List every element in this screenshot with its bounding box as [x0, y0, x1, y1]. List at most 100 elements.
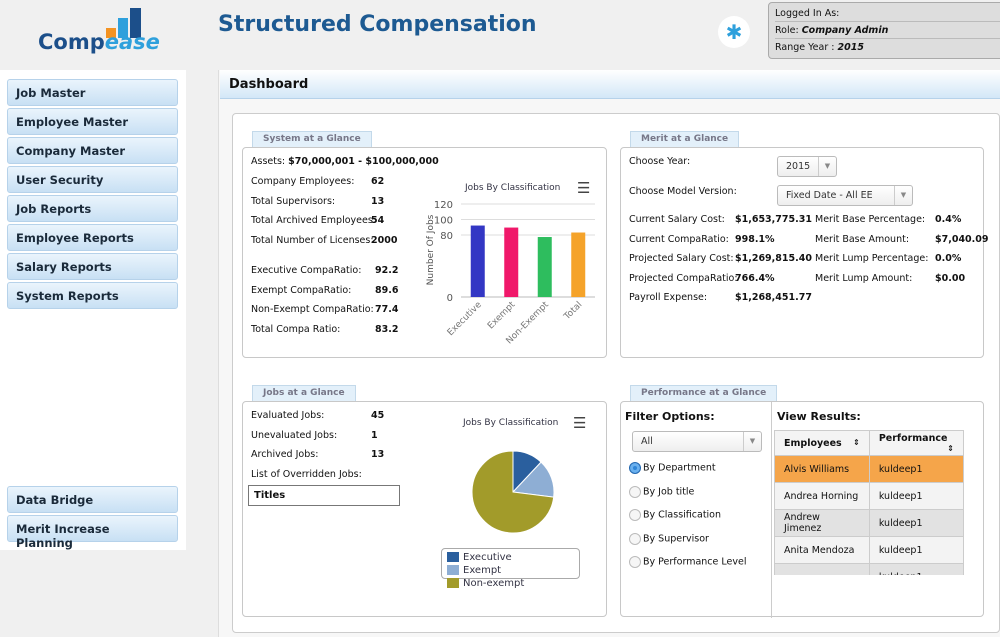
range-year-line: Range Year : 2015 — [775, 42, 864, 53]
radio-circle[interactable] — [629, 462, 641, 474]
stat-row: Total Supervisors: 13 — [251, 195, 384, 207]
y-tick-label: 80 — [440, 231, 453, 242]
sort-icon[interactable]: ⇕ — [853, 438, 860, 447]
radio-by-classification[interactable]: By Classification — [629, 509, 721, 521]
legend-item[interactable]: Executive — [447, 552, 512, 563]
system-tab: System at a Glance — [252, 131, 372, 147]
employee-cell — [774, 563, 870, 575]
table-row[interactable]: Andrea Horning kuldeep1 — [774, 482, 964, 510]
stat-value: $0.00 — [935, 272, 966, 284]
sidebar-item-user-security[interactable]: User Security — [7, 166, 178, 193]
y-tick-label: 100 — [434, 216, 453, 227]
stat-value: $1,653,775.31 — [735, 214, 812, 225]
stat-label: Current CompaRatio: — [629, 233, 729, 245]
radio-circle[interactable] — [629, 556, 641, 568]
legend-swatch — [447, 552, 459, 562]
performance-cell: kuldeep1 — [868, 509, 964, 537]
stat-label: Non-Exempt CompaRatio: — [251, 304, 374, 315]
sidebar-item-employee-reports[interactable]: Employee Reports — [7, 224, 178, 251]
hamburger-icon[interactable]: ☰ — [577, 179, 590, 197]
bar-total — [571, 232, 586, 297]
sort-icon[interactable]: ⇕ — [947, 444, 954, 453]
employee-cell: Andrew Jimenez — [774, 509, 870, 537]
filter-select[interactable]: All ▼ — [632, 431, 762, 452]
stat-row: Unevaluated Jobs: 1 — [251, 429, 378, 441]
choose-model-label: Choose Model Version: — [629, 186, 737, 197]
radio-by-performance-level[interactable]: By Performance Level — [629, 556, 746, 568]
table-row[interactable]: Andrew Jimenez kuldeep1 — [774, 509, 964, 537]
stat-value: 45 — [371, 410, 385, 421]
logo: Compease — [36, 6, 160, 56]
legend-item[interactable]: Non-exempt — [447, 578, 524, 589]
stat-value: $1,268,451.77 — [735, 292, 812, 303]
radio-label: By Department — [643, 462, 716, 474]
radio-circle[interactable] — [629, 485, 641, 498]
system-panel: Assets: $70,000,001 - $100,000,000 Compa… — [242, 147, 607, 358]
x-tick-label: Executive — [446, 300, 484, 338]
stat-row: Merit Lump Amount: $0.00 — [815, 272, 965, 284]
results-table: Employees ⇕ Performance ⇕ Alvis Williams ku… — [774, 430, 964, 575]
column-header-performance[interactable]: Performance ⇕ — [868, 430, 964, 456]
table-row[interactable]: Anita Mendoza kuldeep1 — [774, 536, 964, 564]
stat-label: Unevaluated Jobs: — [251, 429, 338, 441]
results-table-wrap[interactable]: Employees ⇕ Performance ⇕ Alvis Williams ku… — [774, 430, 964, 575]
bar-executive — [470, 225, 485, 297]
sidebar-item-job-master[interactable]: Job Master — [7, 79, 178, 106]
stat-label: Projected Salary Cost: — [629, 253, 734, 264]
logged-in-label: Logged In As: — [775, 5, 1000, 22]
stat-row: Total Number of Licenses: 2000 — [251, 234, 397, 246]
radio-by-department[interactable]: By Department — [629, 462, 716, 474]
radio-by-job-title[interactable]: By Job title — [629, 485, 694, 498]
model-select[interactable]: Fixed Date - All EE ▼ — [777, 185, 913, 206]
stat-label: Total Number of Licenses: — [251, 234, 374, 246]
column-header-employees[interactable]: Employees ⇕ — [774, 430, 870, 456]
sidebar-item-system-reports[interactable]: System Reports — [7, 282, 178, 309]
table-row[interactable]: kuldeep1 — [774, 563, 964, 575]
pie-chart — [471, 450, 555, 534]
legend-item[interactable]: Exempt — [447, 565, 501, 576]
stat-label: Total Supervisors: — [251, 195, 336, 207]
y-tick-label: 120 — [434, 200, 453, 211]
stat-value: 83.2 — [375, 323, 399, 335]
sidebar-item-salary-reports[interactable]: Salary Reports — [7, 253, 178, 280]
employee-cell: Andrea Horning — [774, 482, 870, 510]
radio-circle[interactable] — [629, 509, 641, 521]
radio-by-supervisor[interactable]: By Supervisor — [629, 532, 709, 545]
sidebar-item-employee-master[interactable]: Employee Master — [7, 108, 178, 135]
stat-value: 13 — [371, 449, 385, 460]
table-row[interactable]: Alvis Williams kuldeep1 — [774, 455, 964, 483]
stat-row: Payroll Expense: $1,268,451.77 — [629, 292, 812, 303]
bar-non-exempt — [537, 237, 552, 297]
role-line: Role: Company Admin — [775, 22, 1000, 39]
user-info-box: Logged In As: Role: Company Admin Range … — [768, 2, 1000, 59]
stat-value: 766.4% — [735, 272, 775, 284]
stat-value: 54 — [371, 215, 385, 226]
jobs-panel: Evaluated Jobs: 45 Unevaluated Jobs: 1 Archi… — [242, 401, 607, 617]
chevron-down-icon: ▼ — [818, 157, 836, 176]
performance-panel: Filter Options: All ▼ By Department By Job… — [620, 401, 984, 618]
sidebar-item-merit-increase-planning[interactable]: Merit Increase Planning — [7, 515, 178, 550]
stat-value: 62 — [371, 176, 385, 187]
stat-row: Non-Exempt CompaRatio: 77.4 — [251, 304, 398, 315]
merit-tab: Merit at a Glance — [630, 131, 740, 147]
stat-value: $7,040.09 — [935, 233, 989, 245]
sidebar-item-company-master[interactable]: Company Master — [7, 137, 178, 164]
stat-label: Exempt CompaRatio: — [251, 284, 352, 296]
sidebar-item-data-bridge[interactable]: Data Bridge — [7, 486, 178, 513]
stat-row: Merit Base Percentage: 0.4% — [815, 214, 961, 225]
stat-label: Payroll Expense: — [629, 292, 708, 303]
performance-cell: kuldeep1 — [868, 455, 964, 483]
stat-value: 1 — [371, 429, 378, 441]
radio-circle[interactable] — [629, 532, 641, 545]
year-select[interactable]: 2015 ▼ — [777, 156, 837, 177]
sidebar-item-job-reports[interactable]: Job Reports — [7, 195, 178, 222]
hamburger-icon[interactable]: ☰ — [573, 414, 586, 432]
y-tick-label: 0 — [447, 293, 453, 304]
merit-panel: Choose Year: 2015 ▼ Choose Model Version:… — [620, 147, 989, 358]
stat-label: Merit Lump Amount: — [815, 272, 913, 284]
stat-label: Total Archived Employees: — [251, 215, 377, 226]
stat-row: Current CompaRatio: 998.1% — [629, 233, 775, 245]
radio-label: By Performance Level — [643, 556, 747, 568]
chevron-down-icon: ▼ — [743, 432, 761, 451]
chevron-down-icon: ▼ — [894, 186, 912, 205]
